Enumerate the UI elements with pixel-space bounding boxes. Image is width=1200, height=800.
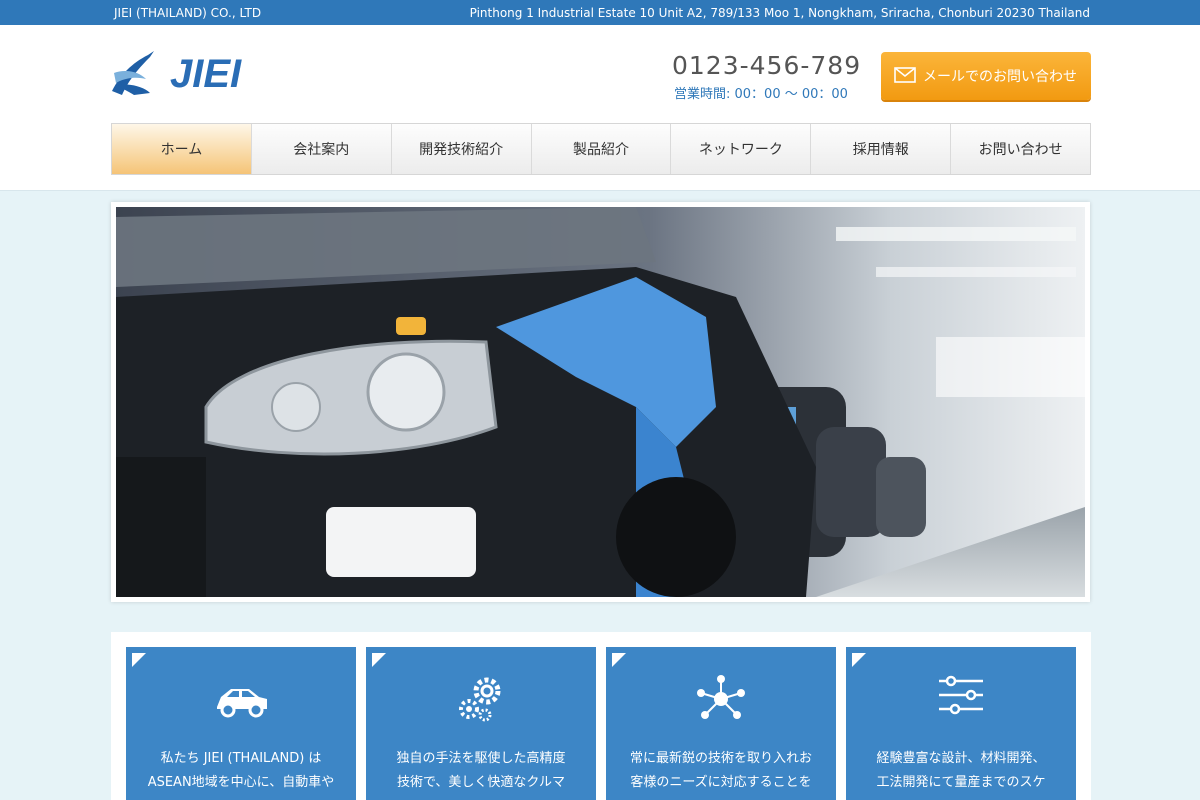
feature-card-1[interactable]: 私たち JIEI (THAILAND) は ASEAN地域を中心に、自動車や — [126, 647, 356, 800]
mail-contact-button[interactable]: メールでのお問い合わせ — [881, 52, 1091, 100]
nav-item-technology[interactable]: 開発技術紹介 — [390, 124, 531, 174]
feature-4-line-1: 経験豊富な設計、材料開発、 — [876, 751, 1046, 766]
feature-1-line-1: 私たち JIEI (THAILAND) は — [160, 751, 322, 766]
feature-2-line-2: 技術で、美しく快適なクルマ — [396, 775, 566, 790]
business-hours: 営業時間: 00：00 〜 00：00 — [674, 87, 848, 102]
nav-item-contact[interactable]: お問い合わせ — [950, 124, 1090, 174]
nav-item-network[interactable]: ネットワーク — [670, 124, 810, 174]
corner-mark-icon — [852, 653, 866, 667]
main-nav: ホーム 会社案内 開発技術紹介 製品紹介 ネットワーク 採用情報 お問い合わせ — [111, 123, 1091, 175]
jiei-logo[interactable]: JIEI — [110, 47, 290, 99]
hero-banner — [111, 202, 1090, 602]
corner-mark-icon — [372, 653, 386, 667]
feature-3-line-1: 常に最新鋭の技術を取り入れお — [629, 751, 812, 766]
feature-card-4[interactable]: 経験豊富な設計、材料開発、 工法開発にて量産までのスケ — [846, 647, 1076, 800]
feature-1-line-2: ASEAN地域を中心に、自動車や — [147, 775, 335, 790]
logo-mark-icon: JIEI — [112, 51, 242, 96]
feature-4-line-2: 工法開発にて量産までのスケ — [876, 775, 1046, 790]
phone-number: 0123-456-789 — [672, 51, 862, 80]
company-name: JIEI (THAILAND) CO., LTD — [114, 6, 262, 20]
features-section: 私たち JIEI (THAILAND) は ASEAN地域を中心に、自動車や 独… — [111, 632, 1091, 800]
corner-mark-icon — [612, 653, 626, 667]
nav-item-recruit[interactable]: 採用情報 — [810, 124, 950, 174]
feature-3-line-2: 客様のニーズに対応することを — [630, 775, 812, 790]
hero-car-factory-image — [116, 207, 1085, 597]
nav-item-company[interactable]: 会社案内 — [250, 124, 391, 174]
nav-item-home[interactable]: ホーム — [112, 124, 251, 174]
sliders-icon — [939, 675, 983, 715]
company-address: Pinthong 1 Industrial Estate 10 Unit A2,… — [469, 6, 1090, 20]
logo-text: JIEI — [170, 52, 242, 96]
network-icon — [697, 675, 745, 719]
site-header: JIEI 0123-456-789 営業時間: 00：00 〜 00：00 メー… — [0, 25, 1200, 191]
feature-card-3[interactable]: 常に最新鋭の技術を取り入れお 客様のニーズに対応することを — [606, 647, 836, 800]
corner-mark-icon — [132, 653, 146, 667]
top-bar: JIEI (THAILAND) CO., LTD Pinthong 1 Indu… — [0, 0, 1200, 25]
car-icon — [217, 689, 267, 718]
feature-card-2[interactable]: 独自の手法を駆使した高精度 技術で、美しく快適なクルマ — [366, 647, 596, 800]
envelope-icon — [894, 67, 916, 83]
gears-icon — [459, 677, 501, 722]
feature-2-line-1: 独自の手法を駆使した高精度 — [396, 751, 566, 766]
nav-item-products[interactable]: 製品紹介 — [530, 124, 671, 174]
mail-contact-label: メールでのお問い合わせ — [923, 69, 1077, 85]
